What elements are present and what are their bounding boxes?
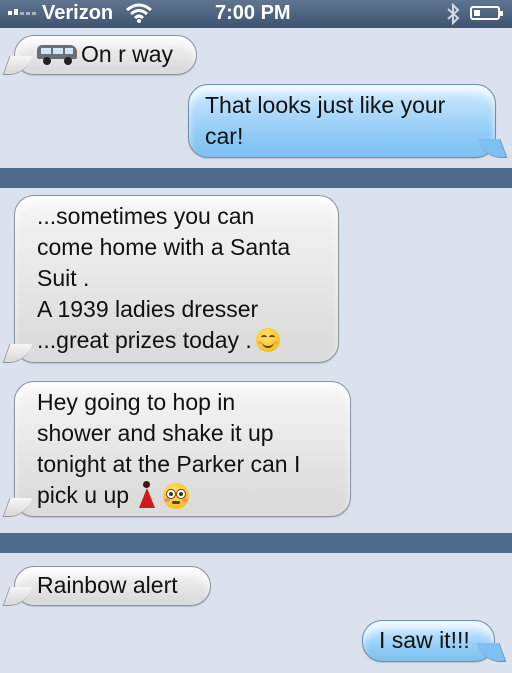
message-line: come home with a Santa: [37, 234, 291, 260]
message-bubble-outgoing[interactable]: I saw it!!!: [362, 620, 495, 662]
message-line: tonight at the Parker can I: [37, 451, 301, 477]
battery-level-fill: [474, 10, 480, 16]
flushed-face-icon: [163, 483, 190, 509]
message-text: ...great prizes today .: [37, 327, 252, 353]
divider-bar: [0, 533, 512, 553]
van-icon: [37, 43, 77, 65]
message-bubble-incoming[interactable]: Hey going to hop in shower and shake it …: [14, 381, 351, 517]
message-line: On r way: [37, 39, 180, 70]
dancer-icon: [137, 481, 157, 509]
message-line: That looks just like your: [205, 92, 446, 118]
message-text: On r way: [81, 41, 174, 67]
message-line: A 1939 ladies dresser: [37, 296, 259, 322]
message-bubble-incoming[interactable]: Rainbow alert: [14, 566, 211, 606]
message-line: Suit .: [37, 265, 90, 291]
divider-bar: [0, 168, 512, 188]
message-line: Rainbow alert: [37, 572, 178, 598]
bluetooth-icon: [446, 2, 460, 31]
message-text: pick u up: [37, 482, 130, 508]
status-time: 7:00 PM: [215, 2, 291, 24]
message-line: car!: [205, 123, 244, 149]
message-line: shower and shake it up: [37, 420, 274, 446]
wifi-icon: [126, 3, 152, 29]
message-line: ...great prizes today .: [37, 325, 322, 356]
status-bar: Verizon 7:00 PM: [0, 0, 512, 28]
signal-strength-icon: [8, 9, 36, 15]
carrier-name: Verizon: [42, 2, 114, 24]
message-bubble-incoming[interactable]: ...sometimes you can come home with a Sa…: [14, 195, 339, 363]
message-line: ...sometimes you can: [37, 203, 255, 229]
message-bubble-outgoing[interactable]: That looks just like your car!: [188, 84, 496, 158]
message-line: I saw it!!!: [379, 627, 470, 653]
message-line: pick u up: [37, 480, 334, 511]
message-bubble-incoming[interactable]: On r way: [14, 35, 197, 75]
battery-icon: [470, 6, 503, 20]
message-line: Hey going to hop in: [37, 389, 236, 415]
smiling-face-icon: [255, 328, 280, 352]
